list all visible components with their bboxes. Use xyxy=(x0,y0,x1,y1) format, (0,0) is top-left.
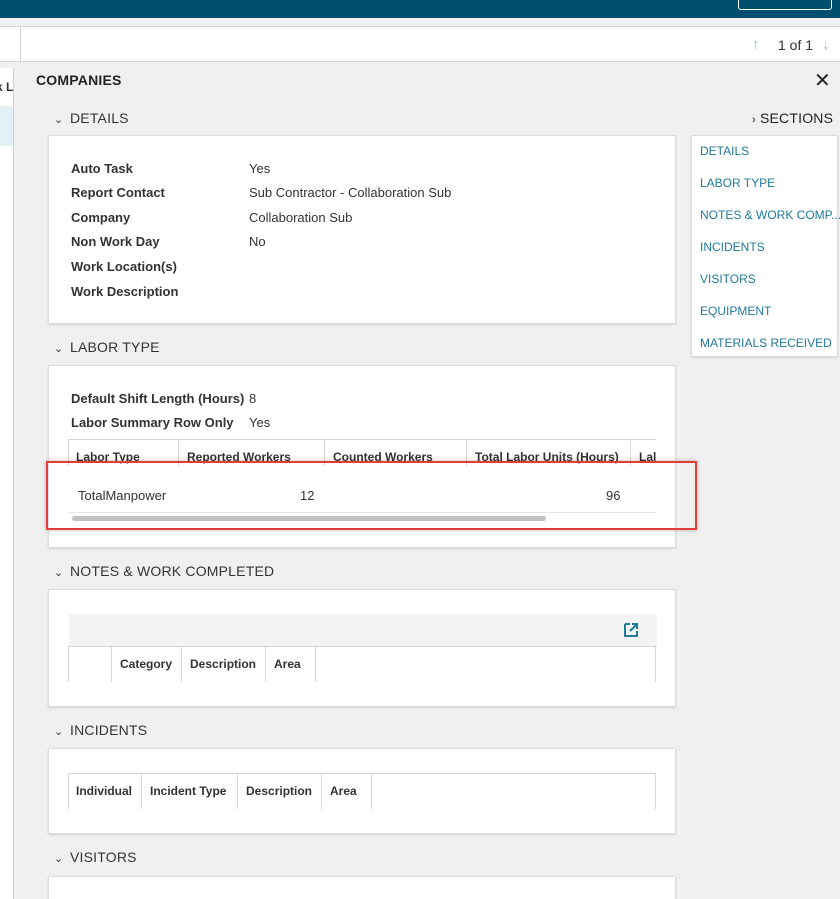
sections-item-incidents[interactable]: INCIDENTS xyxy=(700,240,765,254)
table-border xyxy=(68,439,656,440)
detail-value: Yes xyxy=(249,161,271,176)
detail-label: Company xyxy=(71,210,131,225)
column-header-category[interactable]: Category xyxy=(120,657,172,671)
close-icon[interactable]: ✕ xyxy=(814,68,831,93)
labor-value: Yes xyxy=(249,415,271,430)
topbar-button[interactable] xyxy=(738,0,832,10)
detail-label: Work Location(s) xyxy=(71,259,177,274)
table-border xyxy=(68,773,656,774)
detail-label: Report Contact xyxy=(71,185,165,200)
section-header-labor-type[interactable]: ⌄ LABOR TYPE xyxy=(54,339,160,355)
incidents-card xyxy=(48,748,676,834)
section-title: NOTES & WORK COMPLETED xyxy=(70,563,275,579)
chevron-down-icon: ⌄ xyxy=(54,343,64,355)
left-list-strip: k L xyxy=(0,68,14,899)
sections-item-labor-type[interactable]: LABOR TYPE xyxy=(700,176,775,190)
panel-title: COMPANIES xyxy=(36,72,122,88)
column-header-description[interactable]: Description xyxy=(190,657,256,671)
column-divider xyxy=(321,773,322,809)
notes-toolbar xyxy=(69,614,657,647)
chevron-down-icon: ⌄ xyxy=(54,567,64,579)
column-header-description[interactable]: Description xyxy=(246,784,312,798)
sections-item-details[interactable]: DETAILS xyxy=(700,144,749,158)
detail-label: Work Description xyxy=(71,284,179,299)
notes-card xyxy=(48,589,676,707)
highlight-box xyxy=(46,461,697,530)
column-header-individual[interactable]: Individual xyxy=(76,784,132,798)
table-border xyxy=(655,773,656,809)
sections-toggle[interactable]: › SECTIONS xyxy=(752,110,833,126)
chevron-right-icon: › xyxy=(752,114,756,126)
arrow-down-icon[interactable]: ↓ xyxy=(822,36,830,53)
section-title: LABOR TYPE xyxy=(70,339,160,355)
table-border xyxy=(68,646,69,682)
table-border xyxy=(68,646,656,647)
sections-toggle-label: SECTIONS xyxy=(759,110,834,126)
chevron-down-icon: ⌄ xyxy=(54,853,64,865)
pager-count: 1 of 1 xyxy=(778,37,814,53)
section-title: DETAILS xyxy=(70,110,129,126)
column-divider xyxy=(315,646,316,682)
detail-value: Sub Contractor - Collaboration Sub xyxy=(249,185,452,200)
column-divider xyxy=(371,773,372,809)
detail-label: Non Work Day xyxy=(71,234,160,249)
chevron-down-icon: ⌄ xyxy=(54,726,64,738)
section-header-visitors[interactable]: ⌄ VISITORS xyxy=(54,849,137,865)
labor-label: Default Shift Length (Hours) xyxy=(71,391,245,406)
chevron-down-icon: ⌄ xyxy=(54,114,64,126)
section-title: VISITORS xyxy=(70,849,137,865)
table-border xyxy=(68,773,69,809)
section-header-notes[interactable]: ⌄ NOTES & WORK COMPLETED xyxy=(54,563,274,579)
detail-value: No xyxy=(249,234,266,249)
column-header-area[interactable]: Area xyxy=(330,784,357,798)
left-list-selected-row[interactable] xyxy=(0,106,13,146)
visitors-card xyxy=(48,876,676,899)
open-in-new-icon[interactable] xyxy=(622,621,640,639)
column-divider xyxy=(265,646,266,682)
section-title: INCIDENTS xyxy=(70,722,148,738)
detail-label: Auto Task xyxy=(71,161,133,176)
section-header-details[interactable]: ⌄ DETAILS xyxy=(54,110,129,126)
table-border xyxy=(655,646,656,682)
column-divider xyxy=(237,773,238,809)
labor-label: Labor Summary Row Only xyxy=(71,415,234,430)
pager-row: ↑ 1 of 1 ↓ xyxy=(0,26,840,63)
sections-item-visitors[interactable]: VISITORS xyxy=(700,272,756,286)
column-header-area[interactable]: Area xyxy=(274,657,301,671)
sections-item-materials-received[interactable]: MATERIALS RECEIVED xyxy=(700,336,832,350)
detail-value: Collaboration Sub xyxy=(249,210,353,225)
column-header-incident-type[interactable]: Incident Type xyxy=(150,784,226,798)
column-divider xyxy=(111,646,112,682)
labor-value: 8 xyxy=(249,391,257,406)
sections-item-notes[interactable]: NOTES & WORK COMP... xyxy=(700,208,840,222)
left-list-header: k L xyxy=(0,80,14,94)
pager-divider xyxy=(20,27,21,63)
column-divider xyxy=(181,646,182,682)
sections-item-equipment[interactable]: EQUIPMENT xyxy=(700,304,771,318)
top-app-bar xyxy=(0,0,840,18)
arrow-up-icon[interactable]: ↑ xyxy=(752,36,760,53)
column-divider xyxy=(141,773,142,809)
section-header-incidents[interactable]: ⌄ INCIDENTS xyxy=(54,722,147,738)
sections-menu: DETAILS LABOR TYPE NOTES & WORK COMP... … xyxy=(691,135,840,357)
details-card: Auto Task Yes Report Contact Sub Contrac… xyxy=(48,135,676,324)
